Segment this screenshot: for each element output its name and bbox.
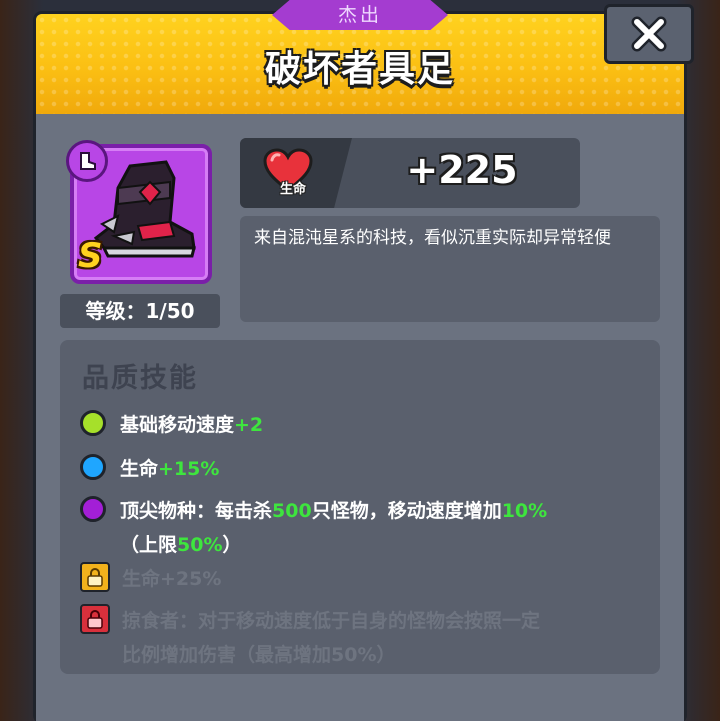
item-level: 等级：1/50 [60, 294, 220, 328]
boot-icon [80, 152, 96, 170]
purple-skill-dot-icon [80, 496, 106, 522]
locked-skill-text: 生命+25% [122, 568, 222, 590]
close-icon [631, 16, 667, 52]
stat-label: 生命 [280, 182, 307, 197]
skill-text: 基础移动速度+2 [120, 414, 264, 436]
grade-letter: S [78, 236, 103, 276]
skill-item-locked: 掠食者：对于移动速度低于自身的怪物会按照一定 比例增加伤害（最高增加50%） [80, 604, 540, 672]
blue-skill-dot-icon [80, 454, 106, 480]
skill-text: 生命+15% [120, 458, 220, 480]
item-type-badge [66, 140, 108, 182]
skill-item: 生命+15% [80, 452, 219, 486]
skill-item-locked: 生命+25% [80, 562, 221, 596]
skills-title: 品质技能 [82, 363, 198, 394]
green-skill-dot-icon [80, 410, 106, 436]
rarity-tag: 杰出 [272, 0, 448, 30]
item-description: 来自混沌星系的科技，看似沉重实际却异常轻便 [240, 216, 660, 322]
close-button[interactable] [604, 4, 694, 64]
lock-icon [80, 562, 110, 592]
skill-text: 顶尖物种：每击杀500只怪物，移动速度增加10% （上限50%） [120, 500, 548, 556]
locked-skill-text: 掠食者：对于移动速度低于自身的怪物会按照一定 比例增加伤害（最高增加50%） [122, 610, 541, 666]
skill-item: 基础移动速度+2 [80, 408, 263, 442]
lock-icon [80, 604, 110, 634]
stat-value: +225 [406, 148, 518, 192]
skill-item: 顶尖物种：每击杀500只怪物，移动速度增加10% （上限50%） [80, 494, 547, 562]
